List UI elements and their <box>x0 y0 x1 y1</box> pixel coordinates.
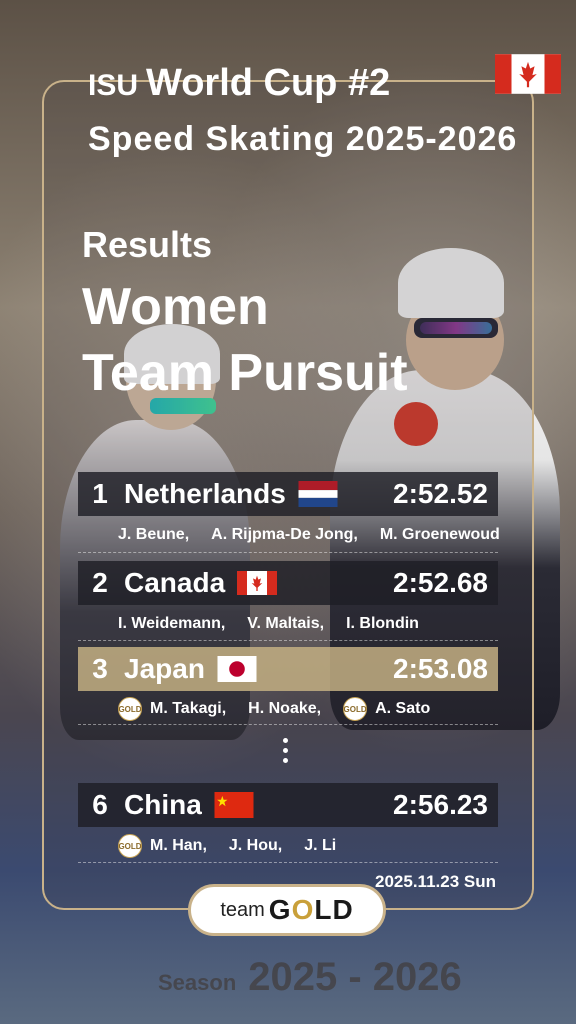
member-name: I. Weidemann, <box>118 615 226 632</box>
rank: 6 <box>92 789 108 820</box>
country-name: Netherlands <box>124 478 286 509</box>
team-gold-badge-icon: GOLD <box>343 697 368 721</box>
result-time: 2:52.68 <box>393 567 488 598</box>
team-gold-logo: team GOLD <box>188 884 386 936</box>
member-name: J. Beune, <box>118 526 190 543</box>
canada-flag-icon <box>495 54 561 94</box>
member-name: J. Li <box>304 837 337 854</box>
china-flag-icon <box>214 792 254 818</box>
japan-flag-icon <box>217 656 257 682</box>
logo-team-text: team <box>220 898 265 921</box>
member-name: M. Han, <box>150 837 207 854</box>
event-name-line1: Women <box>82 278 269 336</box>
event-date: 2025.11.23 Sun <box>375 872 496 891</box>
result-row-6: 6 China 2:56.23 <box>78 783 498 827</box>
rank: 1 <box>92 478 108 509</box>
season-watermark: Season 2025 - 2026 <box>158 955 462 1000</box>
member-name: V. Maltais, <box>247 615 325 632</box>
event-name-line2: Team Pursuit <box>82 344 408 402</box>
team-members: GOLD M. Takagi, H. Noake, GOLD A. Sato <box>118 697 448 721</box>
country-name: China <box>124 789 202 820</box>
logo-gold-text: GOLD <box>268 894 354 925</box>
row-divider <box>78 640 498 641</box>
result-time: 2:56.23 <box>393 789 488 820</box>
vertical-ellipsis-icon <box>282 738 290 768</box>
result-row-1: 1 Netherlands 2:52.52 <box>78 472 498 516</box>
country-name: Japan <box>124 653 205 684</box>
result-row-2: 2 Canada 2:52.68 <box>78 561 498 605</box>
netherlands-flag-icon <box>298 481 338 507</box>
row-divider <box>78 724 498 725</box>
result-time: 2:53.08 <box>393 653 488 684</box>
team-members: GOLD M. Han, J. Hou, J. Li <box>118 834 354 858</box>
row-divider <box>78 862 498 863</box>
member-name: J. Hou, <box>228 837 283 854</box>
canada-flag-icon <box>237 571 278 595</box>
member-name: H. Noake, <box>248 700 322 717</box>
page-title: ISU World Cup #2 <box>88 62 390 105</box>
team-members: J. Beune, A. Rijpma-De Jong, M. Groenewo… <box>118 526 518 544</box>
member-name: A. Sato <box>375 700 431 717</box>
member-name: I. Blondin <box>346 615 419 632</box>
member-name: M. Groenewoud <box>379 526 500 543</box>
rank: 3 <box>92 653 108 684</box>
rank: 2 <box>92 567 108 598</box>
row-divider <box>78 552 498 553</box>
result-row-3: 3 Japan 2:53.08 <box>78 647 498 691</box>
country-name: Canada <box>124 567 226 598</box>
member-name: M. Takagi, <box>150 700 227 717</box>
result-time: 2:52.52 <box>393 478 488 509</box>
results-label: Results <box>82 224 213 265</box>
isu-label: ISU <box>88 69 139 102</box>
team-members: I. Weidemann, V. Maltais, I. Blondin <box>118 615 437 633</box>
page-subtitle: Speed Skating 2025-2026 <box>88 120 518 158</box>
team-gold-badge-icon: GOLD <box>118 834 142 858</box>
team-gold-badge-icon: GOLD <box>118 697 142 721</box>
season-label: Season <box>158 970 237 995</box>
season-years: 2025 - 2026 <box>248 955 462 999</box>
world-cup-label: World Cup #2 <box>146 62 391 104</box>
member-name: A. Rijpma-De Jong, <box>211 526 358 543</box>
